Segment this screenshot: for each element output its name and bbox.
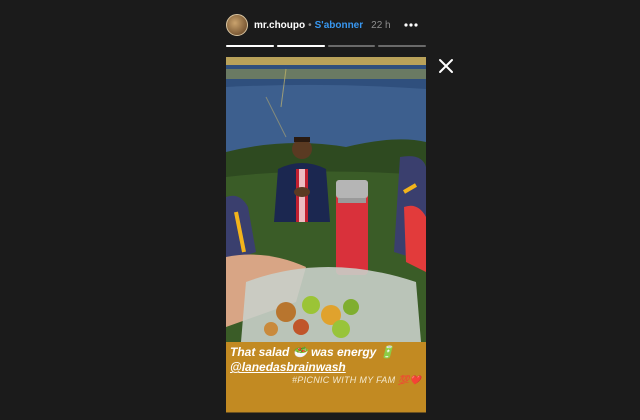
progress-fill (276, 45, 325, 47)
separator-dot: • (308, 19, 312, 31)
story-header: mr.choupo • S'abonner 22 h (226, 10, 426, 40)
caption-line-1: That salad 🥗 was energy 🔋 (230, 345, 395, 359)
more-horizontal-icon[interactable] (402, 16, 420, 34)
avatar[interactable] (226, 14, 248, 36)
story-progress-bar (226, 45, 426, 48)
post-time: 22 h (371, 19, 391, 31)
progress-segment (378, 45, 426, 47)
story-viewer: mr.choupo • S'abonner 22 h That salad 🥗 … (226, 0, 426, 420)
follow-button[interactable]: S'abonner (315, 20, 364, 31)
hashtag-line[interactable]: #PICNIC WITH MY FAM 💯❤️ (292, 375, 421, 386)
caption-banner: That salad 🥗 was energy 🔋 @lanedasbrainw… (226, 342, 426, 412)
close-icon[interactable] (437, 57, 455, 75)
progress-segment (327, 45, 376, 47)
progress-segment (276, 45, 325, 47)
progress-fill (226, 45, 274, 47)
username[interactable]: mr.choupo (254, 20, 305, 31)
progress-segment (226, 45, 274, 47)
story-photo[interactable]: That salad 🥗 was energy 🔋 @lanedasbrainw… (226, 57, 426, 413)
mention-link[interactable]: @lanedasbrainwash (230, 360, 346, 374)
